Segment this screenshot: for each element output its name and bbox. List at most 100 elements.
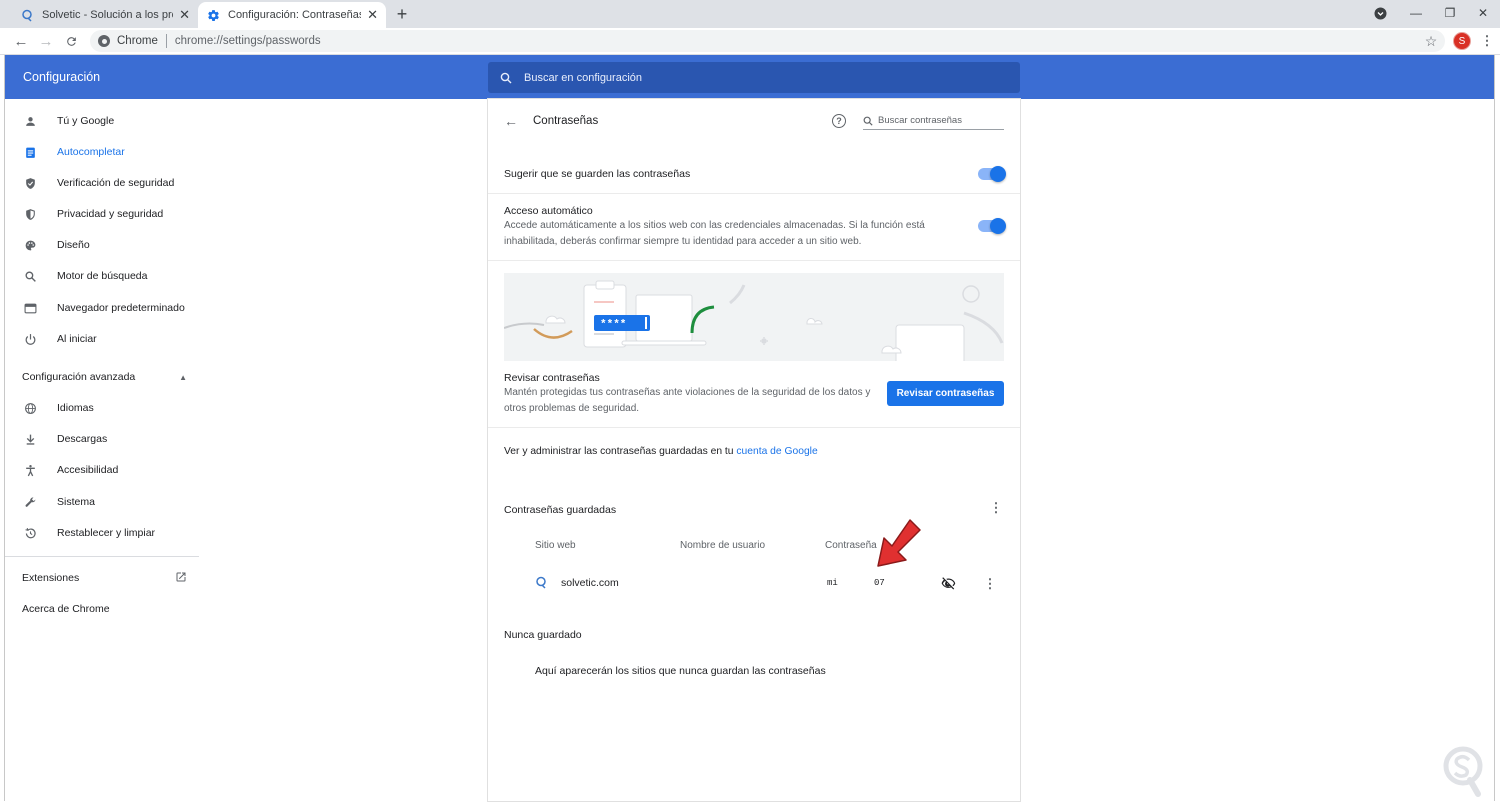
sidebar-item-label: Al iniciar bbox=[57, 333, 97, 345]
clipboard-icon bbox=[22, 144, 38, 160]
sidebar-item-label: Restablecer y limpiar bbox=[57, 527, 156, 539]
sidebar-item-accessibility[interactable]: Accesibilidad bbox=[22, 460, 118, 480]
auto-signin-toggle[interactable] bbox=[978, 218, 1006, 234]
sidebar-item-privacy[interactable]: Privacidad y seguridad bbox=[22, 204, 163, 224]
browser-icon bbox=[22, 300, 38, 316]
chevron-up-icon: ▲ bbox=[179, 372, 187, 382]
advanced-section-toggle[interactable]: Configuración avanzada ▲ bbox=[22, 367, 187, 387]
shield-icon bbox=[22, 206, 38, 222]
never-saved-title: Nunca guardado bbox=[504, 629, 582, 641]
google-account-link[interactable]: cuenta de Google bbox=[736, 446, 817, 457]
sidebar-item-reset[interactable]: Restablecer y limpiar bbox=[22, 523, 155, 543]
download-icon bbox=[22, 431, 38, 447]
sidebar-item-autofill[interactable]: Autocompletar bbox=[22, 142, 125, 162]
red-annotation-arrow-icon bbox=[862, 514, 924, 576]
sidebar-item-label: Accesibilidad bbox=[57, 464, 119, 476]
back-button[interactable]: ← bbox=[10, 31, 32, 51]
forward-button[interactable]: → bbox=[35, 31, 57, 51]
offer-save-toggle[interactable] bbox=[978, 166, 1006, 182]
sidebar-item-downloads[interactable]: Descargas bbox=[22, 429, 107, 449]
window-border bbox=[1494, 55, 1495, 801]
sidebar-item-you-and-google[interactable]: Tú y Google bbox=[22, 111, 114, 131]
row-divider bbox=[488, 427, 1020, 428]
back-arrow-icon[interactable]: ← bbox=[503, 113, 519, 129]
advanced-section-label: Configuración avanzada bbox=[22, 371, 136, 383]
minimize-button[interactable]: — bbox=[1403, 4, 1429, 22]
globe-icon bbox=[22, 400, 38, 416]
omnibox-url: chrome://settings/passwords bbox=[174, 35, 321, 47]
column-header-username: Nombre de usuario bbox=[680, 540, 766, 551]
sidebar-item-safety-check[interactable]: Verificación de seguridad bbox=[22, 173, 174, 193]
new-tab-button[interactable]: + bbox=[392, 4, 412, 24]
password-check-illustration: **** bbox=[504, 273, 1004, 361]
sidebar-item-system[interactable]: Sistema bbox=[22, 492, 95, 512]
hide-password-icon[interactable] bbox=[941, 576, 957, 592]
tab-search-icon[interactable] bbox=[1367, 4, 1393, 22]
chrome-page-icon bbox=[98, 35, 110, 47]
open-in-new-icon bbox=[175, 571, 187, 586]
tab-label: Solvetic - Solución a los problem bbox=[42, 9, 173, 21]
solvetic-favicon-icon bbox=[20, 8, 34, 22]
sidebar-item-default-browser[interactable]: Navegador predeterminado bbox=[22, 298, 185, 318]
row-divider bbox=[488, 193, 1020, 194]
help-icon[interactable]: ? bbox=[832, 114, 846, 128]
illustration-mask-text: **** bbox=[600, 319, 626, 331]
page-title: Configuración bbox=[23, 70, 101, 84]
passwords-title: Contraseñas bbox=[533, 115, 599, 127]
omnibox-divider bbox=[165, 34, 167, 48]
settings-search-placeholder: Buscar en configuración bbox=[524, 71, 643, 84]
manage-passwords-text: Ver y administrar las contraseñas guarda… bbox=[504, 446, 818, 457]
restore-button[interactable]: ❐ bbox=[1437, 4, 1463, 22]
close-window-button[interactable]: ✕ bbox=[1470, 4, 1496, 22]
sidebar-item-label: Tú y Google bbox=[57, 115, 115, 127]
window-border-left bbox=[4, 55, 5, 801]
close-tab-icon[interactable]: ✕ bbox=[179, 7, 190, 23]
sidebar-item-about-chrome[interactable]: Acerca de Chrome bbox=[22, 599, 110, 619]
auto-signin-label: Acceso automático bbox=[504, 205, 593, 217]
sidebar-item-languages[interactable]: Idiomas bbox=[22, 398, 94, 418]
wrench-icon bbox=[22, 494, 38, 510]
saved-site-link[interactable]: solvetic.com bbox=[561, 577, 619, 589]
check-passwords-button[interactable]: Revisar contraseñas bbox=[887, 381, 1004, 406]
address-bar[interactable]: Chrome chrome://settings/passwords bbox=[90, 30, 1445, 52]
search-icon bbox=[863, 116, 873, 126]
restore-icon bbox=[22, 525, 38, 541]
sidebar-item-on-startup[interactable]: Al iniciar bbox=[22, 329, 97, 349]
browser-menu-icon[interactable]: ⋮ bbox=[1481, 32, 1494, 50]
sidebar-item-label: Verificación de seguridad bbox=[57, 177, 175, 189]
sidebar-item-label: Diseño bbox=[57, 239, 90, 251]
sidebar-item-appearance[interactable]: Diseño bbox=[22, 235, 90, 255]
close-tab-icon[interactable]: ✕ bbox=[367, 7, 378, 23]
saved-passwords-menu-icon[interactable]: ⋮ bbox=[990, 499, 1003, 517]
omnibox-site-chip: Chrome bbox=[117, 35, 158, 47]
sidebar-item-search-engine[interactable]: Motor de búsqueda bbox=[22, 266, 147, 286]
password-search-placeholder: Buscar contraseñas bbox=[878, 115, 962, 126]
sidebar-item-label: Extensiones bbox=[22, 572, 80, 584]
sidebar-item-label: Motor de búsqueda bbox=[57, 270, 148, 282]
password-search-input[interactable]: Buscar contraseñas bbox=[863, 112, 1004, 130]
sidebar-item-extensions[interactable]: Extensiones bbox=[22, 568, 187, 588]
saved-password-end: 07 bbox=[874, 578, 885, 588]
tab-label: Configuración: Contraseñas bbox=[228, 9, 362, 21]
sidebar-divider bbox=[5, 556, 199, 557]
shield-check-icon bbox=[22, 175, 38, 191]
saved-password-start: mi bbox=[827, 578, 838, 588]
palette-icon bbox=[22, 237, 38, 253]
reload-button[interactable] bbox=[60, 31, 82, 51]
tab-settings-passwords[interactable]: Configuración: Contraseñas ✕ bbox=[198, 2, 386, 28]
sidebar-item-label: Acerca de Chrome bbox=[22, 603, 110, 615]
search-icon bbox=[22, 268, 38, 284]
password-row-menu-icon[interactable]: ⋮ bbox=[984, 575, 997, 593]
bookmark-star-icon[interactable]: ☆ bbox=[1422, 32, 1440, 50]
check-desc-line1: Mantén protegidas tus contraseñas ante v… bbox=[504, 387, 871, 398]
tab-solvetic[interactable]: Solvetic - Solución a los problem ✕ bbox=[12, 2, 198, 28]
sidebar-item-label: Privacidad y seguridad bbox=[57, 208, 164, 220]
sidebar-item-label: Descargas bbox=[57, 433, 108, 445]
search-icon bbox=[500, 72, 512, 84]
check-desc-line2: otros problemas de seguridad. bbox=[504, 403, 640, 414]
column-header-site: Sitio web bbox=[535, 540, 576, 551]
accessibility-icon bbox=[22, 462, 38, 478]
profile-avatar[interactable]: S bbox=[1453, 32, 1471, 50]
power-icon bbox=[22, 331, 38, 347]
settings-search-input[interactable]: Buscar en configuración bbox=[488, 62, 1020, 93]
